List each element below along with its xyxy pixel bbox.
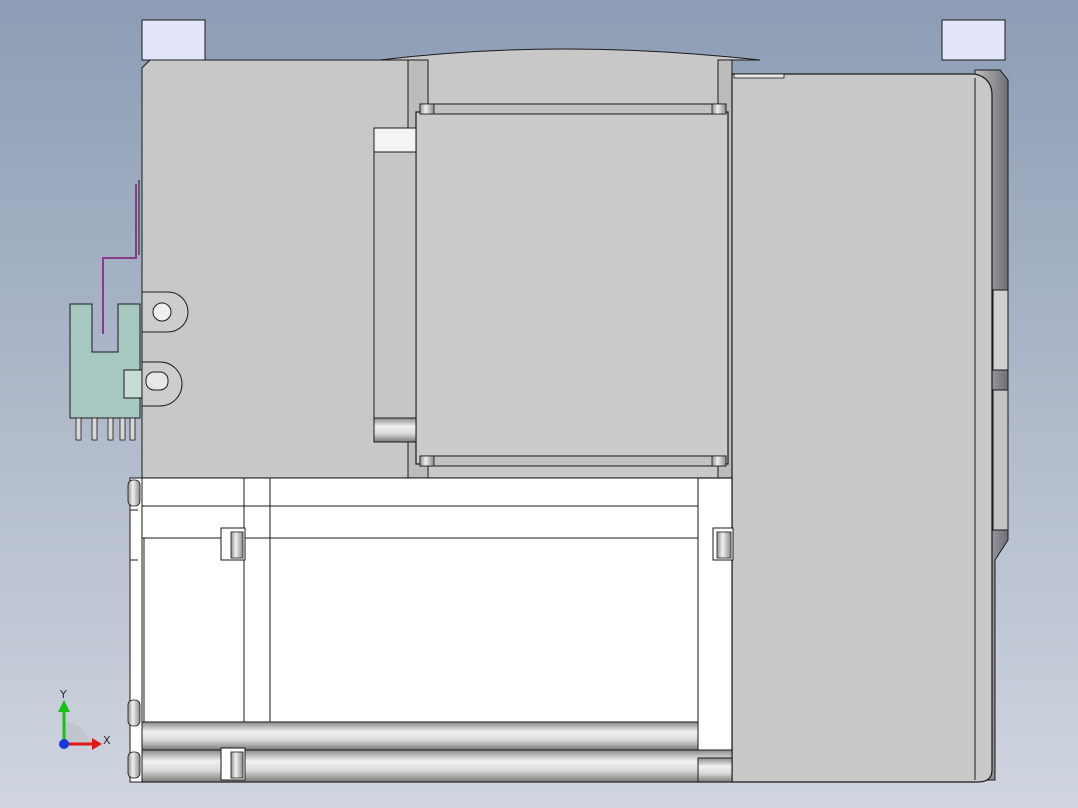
sensor-pin-3 [107,417,114,441]
carriage-top-tab-l [419,103,435,115]
carriage-bottom-lip [419,455,727,467]
end-plate-top-highlight [373,127,417,153]
cover-top-notch [733,73,785,79]
right-cover-plate[interactable] [731,73,993,783]
x-axis-label: X [103,734,111,747]
motor-top-band [141,477,699,507]
sensor-pin-2 [91,417,98,441]
carriage-top-tab-r [711,103,727,115]
motor-clip-upper-left-inner [230,531,244,559]
z-axis-dot [59,739,69,749]
left-mount-pad[interactable] [141,19,206,61]
flange-bolt-bottom-2 [127,751,141,779]
motor-bottom-bar-1[interactable] [141,721,699,751]
y-axis-label: Y [59,688,67,701]
sensor-pin-5 [129,417,136,441]
flange-bolt-top [127,479,141,507]
motor-bottom-cap [697,757,733,783]
mount-ear-upper-hole [152,302,172,322]
carriage-end-plate[interactable] [373,127,417,443]
right-mount-pad[interactable] [941,19,1006,61]
end-plate-bottom-shade [373,417,417,443]
motor-clip-right-inner [716,531,732,559]
sensor-connector [123,369,143,399]
side-bracket-2[interactable] [992,389,1009,531]
carriage-bot-tab-r [711,455,727,467]
upper-housing[interactable] [141,59,409,479]
carriage-block[interactable] [415,111,729,465]
flange-bolt-bottom-1 [127,699,141,727]
sensor-pin-1 [75,417,82,441]
side-bracket-1[interactable] [992,289,1009,371]
sensor-pin-4 [119,417,126,441]
mount-ear-lower-slot [145,371,169,391]
cad-viewport[interactable]: Y X [0,0,1078,808]
motor-clip-lower-left-inner [230,751,244,779]
carriage-top-lip [419,103,727,115]
carriage-bot-tab-l [419,455,435,467]
